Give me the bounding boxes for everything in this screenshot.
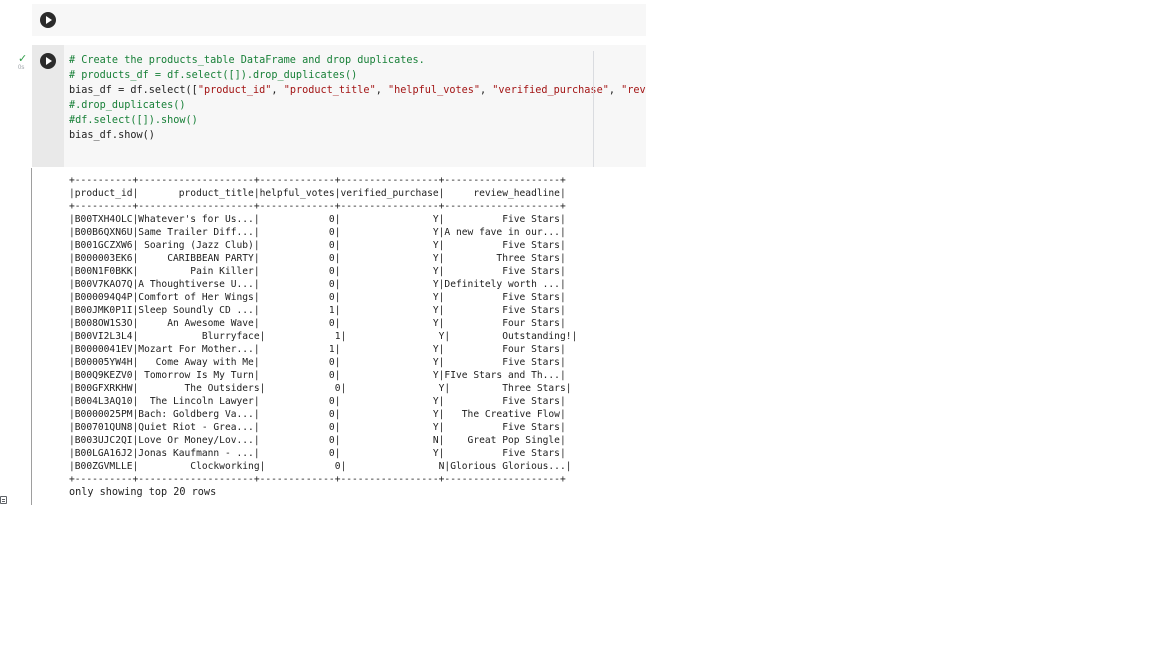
table-row: |B001GCZXW6| Soaring (Jazz Club)| 0| Y| … <box>69 240 566 251</box>
table-row: |B000003EK6| CARIBBEAN PARTY| 0| Y| Thre… <box>69 253 566 264</box>
table-row: |B0000025PM|Bach: Goldberg Va...| 0| Y| … <box>69 409 566 420</box>
table-view-icon[interactable] <box>0 496 7 504</box>
code-editor[interactable]: # Create the products_table DataFrame an… <box>64 45 646 167</box>
cell-status: ✓ 0s <box>18 54 30 72</box>
line-length-ruler <box>593 51 594 167</box>
output-footer: only showing top 20 rows <box>69 487 217 498</box>
table-border: +----------+--------------------+-------… <box>69 474 566 485</box>
code-line: bias_df = df.select(["product_id", "prod… <box>69 85 646 96</box>
table-row: |B00TXH4OLC|Whatever's for Us...| 0| Y| … <box>69 214 566 225</box>
table-row: |B00LGA16J2|Jonas Kaufmann - ...| 0| Y| … <box>69 448 566 459</box>
table-row: |B004L3AQ10| The Lincoln Lawyer| 0| Y| F… <box>69 396 566 407</box>
table-row: |B00GFXRKHW| The Outsiders| 0| Y| Three … <box>69 383 572 394</box>
execution-time: 0s <box>18 65 25 71</box>
table-row: |B00N1F0BKK| Pain Killer| 0| Y| Five Sta… <box>69 266 566 277</box>
code-line: #df.select([]).show() <box>69 115 198 126</box>
code-line: #.drop_duplicates() <box>69 100 186 111</box>
table-border: +----------+--------------------+-------… <box>69 201 566 212</box>
table-row: |B00V7KAO7Q|A Thoughtiverse U...| 0| Y|D… <box>69 279 566 290</box>
code-line: # Create the products_table DataFrame an… <box>69 55 425 66</box>
table-row: |B00VI2L3L4| Blurryface| 1| Y| Outstandi… <box>69 331 578 342</box>
code-line: bias_df.show() <box>69 130 155 141</box>
table-row: |B0000041EV|Mozart For Mother...| 1| Y| … <box>69 344 566 355</box>
table-row: |B00005YW4H| Come Away with Me| 0| Y| Fi… <box>69 357 566 368</box>
run-cell-button[interactable] <box>40 53 56 69</box>
check-icon: ✓ <box>18 53 28 65</box>
play-circle-icon <box>46 57 52 65</box>
table-row: |B00ZGVMLLE| Clockworking| 0| N|Glorious… <box>69 461 572 472</box>
table-header: |product_id| product_title|helpful_votes… <box>69 188 566 199</box>
table-row: |B008OW1S3O| An Awesome Wave| 0| Y| Four… <box>69 318 566 329</box>
run-cell-button[interactable] <box>40 12 56 28</box>
table-row: |B00701QUN8|Quiet Riot - Grea...| 0| Y| … <box>69 422 566 433</box>
table-row: |B00Q9KEZV0| Tomorrow Is My Turn| 0| Y|F… <box>69 370 566 381</box>
output-border <box>31 168 32 505</box>
table-row: |B003UJC2QI|Love Or Money/Lov...| 0| N| … <box>69 435 566 446</box>
table-row: |B000094Q4P|Comfort of Her Wings| 0| Y| … <box>69 292 566 303</box>
play-circle-icon <box>46 16 52 24</box>
table-row: |B00B6QXN6U|Same Trailer Diff...| 0| Y|A… <box>69 227 566 238</box>
empty-code-cell[interactable] <box>32 4 646 36</box>
table-border: +----------+--------------------+-------… <box>69 175 566 186</box>
table-row: |B00JMK0P1I|Sleep Soundly CD ...| 1| Y| … <box>69 305 566 316</box>
cell-output: +----------+--------------------+-------… <box>69 174 629 504</box>
code-line: # products_df = df.select([]).drop_dupli… <box>69 70 358 81</box>
code-cell[interactable]: # Create the products_table DataFrame an… <box>32 45 646 167</box>
